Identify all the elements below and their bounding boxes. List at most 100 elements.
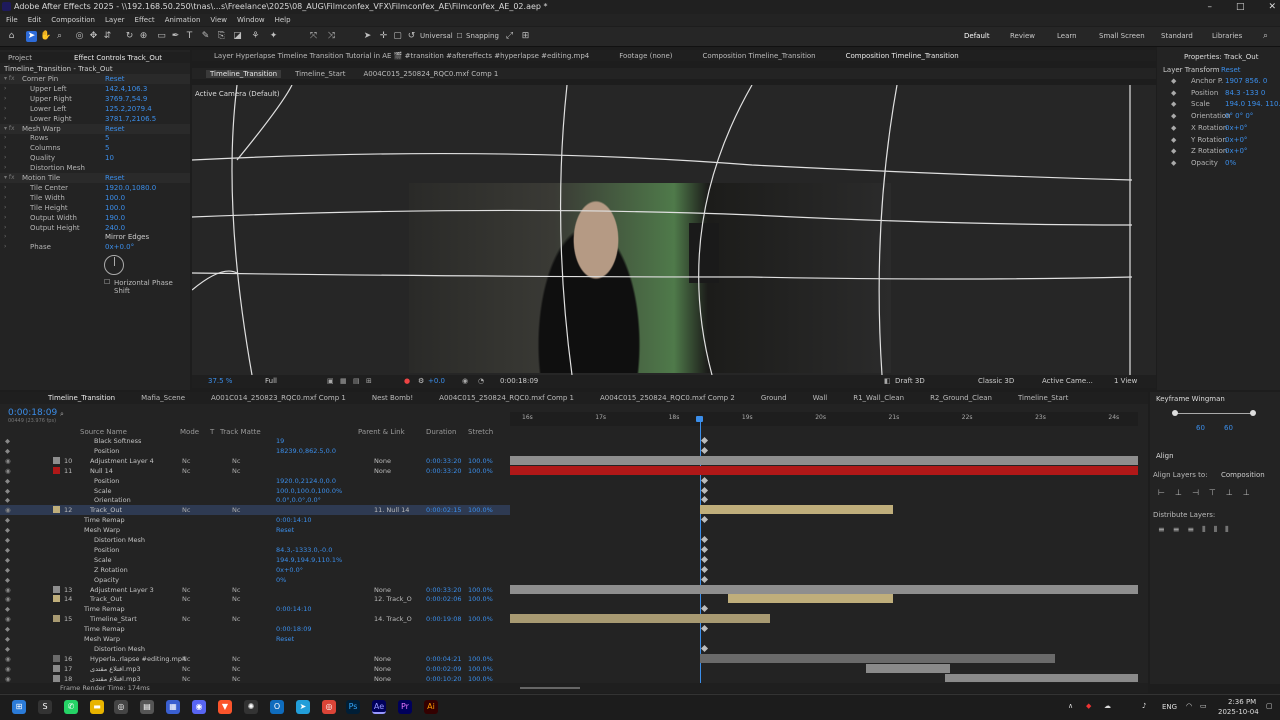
playhead-handle[interactable]	[696, 416, 703, 422]
battery-icon[interactable]: ▭	[1200, 702, 1207, 710]
mode-select[interactable]: Nc	[182, 674, 190, 682]
viewer-tab[interactable]: Footage (none)	[615, 52, 676, 60]
wingman-slider[interactable]	[1174, 413, 1254, 414]
keyframe-nav-icon[interactable]: ◆	[1171, 135, 1176, 145]
visibility-icon[interactable]: ◉	[5, 456, 11, 466]
property-row[interactable]: ◆ Scale 194.9,194.9,110.1%	[0, 555, 510, 565]
visibility-icon[interactable]: ◆	[5, 634, 10, 644]
keyframe-nav-icon[interactable]: ◆	[1171, 111, 1176, 121]
effect-row-value[interactable]: 125.2,2079.4	[105, 104, 152, 114]
premiere-icon[interactable]: Pr	[398, 700, 412, 714]
label-color-swatch[interactable]	[53, 674, 60, 682]
eraser-tool-icon[interactable]: ◪	[232, 31, 243, 42]
effect-row[interactable]: › Tile Width 100.0	[0, 193, 190, 203]
brave-icon[interactable]: ▼	[218, 700, 232, 714]
effect-row[interactable]: › Upper Right 3769.7,54.9	[0, 94, 190, 104]
mode-select[interactable]: Nc	[182, 594, 190, 604]
discord-icon[interactable]: ◉	[192, 700, 206, 714]
effect-row[interactable]: › Lower Right 3781.7,2106.5	[0, 114, 190, 124]
property-row[interactable]: ◆ Position 18239.0,862.5,0.0	[0, 446, 510, 456]
layer-name[interactable]: Black Softness	[94, 436, 141, 446]
effect-row-value[interactable]: 3769.7,54.9	[105, 94, 147, 104]
visibility-icon[interactable]: ◆	[5, 555, 10, 565]
layer-name[interactable]: Orientation	[94, 495, 131, 505]
chatgpt-icon[interactable]: ✺	[244, 700, 258, 714]
twirl-icon[interactable]: ›	[4, 193, 6, 203]
timeline-tab[interactable]: A004C015_250824_RQC0.mxf Comp 2	[596, 394, 739, 402]
keyframe[interactable]	[700, 575, 709, 583]
duration-value[interactable]: 0:00:33:20	[426, 456, 462, 466]
layer-name[interactable]: Z Rotation	[94, 565, 128, 575]
property-row[interactable]: ◆ Scale 100.0,100.0,100.0%	[0, 486, 510, 496]
mask-icon[interactable]: ▤	[353, 375, 360, 388]
track-matte-select[interactable]: Nc	[232, 614, 240, 624]
layer-bar[interactable]	[728, 594, 893, 604]
parent-select[interactable]: None	[374, 585, 391, 595]
property-row[interactable]: ◆ Time Remap 0:00:14:10	[0, 604, 510, 614]
transparency-grid-icon[interactable]: ▦	[340, 375, 347, 388]
orbit-tool-icon[interactable]: ◎	[74, 31, 85, 42]
comp-navigator-item[interactable]: Timeline_Transition	[206, 69, 282, 78]
keyframe-nav-icon[interactable]: ◆	[1171, 99, 1176, 109]
property-value[interactable]: 0%	[1225, 158, 1236, 168]
duration-value[interactable]: 0:00:02:15	[426, 505, 462, 515]
3d-scale-icon[interactable]: ▢	[392, 31, 403, 42]
zoom-tool-icon[interactable]: ⌕	[54, 31, 65, 42]
snap-grid-icon[interactable]: ⊞	[520, 31, 531, 42]
layer-name[interactable]: Mesh Warp	[84, 634, 120, 644]
visibility-icon[interactable]: ◆	[5, 624, 10, 634]
property-value[interactable]: 1907 856. 0	[1225, 76, 1267, 86]
timeline-tab[interactable]: Nest Bomb!	[368, 394, 417, 402]
property-row[interactable]: ◆ Position 1920.0,2124.0,0.0	[0, 476, 510, 486]
visibility-icon[interactable]: ◆	[5, 644, 10, 654]
language-indicator[interactable]: ENG	[1162, 703, 1177, 711]
effect-row[interactable]: › Tile Height 100.0	[0, 203, 190, 213]
camera-select[interactable]: Active Came...	[1042, 375, 1093, 388]
property-row[interactable]: ◆ Time Remap 0:00:14:10	[0, 515, 510, 525]
layer-name[interactable]: Null 14	[90, 466, 113, 476]
property-value[interactable]: 0x+0°	[1225, 135, 1247, 145]
workspace-default[interactable]: Default	[964, 32, 990, 40]
effect-row-value[interactable]: 10	[105, 153, 114, 163]
parent-select[interactable]: None	[374, 466, 391, 476]
layer-row[interactable]: ◉ 16 Hyperla..rlapse #editing.mp4 Nc Nc None 0…	[0, 654, 510, 664]
layer-name[interactable]: اقتلاع مقتدى.mp3	[90, 664, 141, 674]
mode-select[interactable]: Nc	[182, 456, 190, 466]
workspace-small-screen[interactable]: Small Screen	[1099, 32, 1145, 40]
effect-row-value[interactable]: 190.0	[105, 213, 125, 223]
parent-select[interactable]: 14. Track_O	[374, 614, 412, 624]
visibility-icon[interactable]: ◆	[5, 535, 10, 545]
time-ruler[interactable]: 16s 17s 18s 19s 20s 21s 22s 23s 24s	[510, 412, 1138, 426]
label-color-swatch[interactable]	[53, 664, 60, 672]
effect-row-value[interactable]: 142.4,106.3	[105, 84, 147, 94]
layer-row[interactable]: ◉ 11 Null 14 Nc Nc None 0:00:33:20 100.0%	[0, 466, 510, 476]
layer-bar[interactable]	[510, 584, 1138, 594]
layer-bar[interactable]	[700, 505, 893, 515]
comp-navigator-item[interactable]: A004C015_250824_RQC0.mxf Comp 1	[360, 70, 503, 78]
color-picker-icon[interactable]: ●	[404, 375, 410, 388]
layer-name[interactable]: Hyperla..rlapse #editing.mp4	[90, 654, 186, 664]
track-matte-select[interactable]: Nc	[232, 594, 240, 604]
store-icon[interactable]: ▦	[166, 700, 180, 714]
property-value[interactable]: 1920.0,2124.0,0.0	[276, 476, 336, 486]
property-row[interactable]: ◆ Black Softness 19	[0, 436, 510, 446]
selection-tool-icon[interactable]: ➤	[26, 31, 37, 42]
keyframe[interactable]	[700, 516, 709, 524]
duration-value[interactable]: 0:00:10:20	[426, 674, 462, 682]
effect-row-value[interactable]: Mirror Edges	[105, 232, 149, 242]
visibility-icon[interactable]: ◆	[5, 515, 10, 525]
effect-row-value[interactable]: 0x+0.0°	[105, 242, 134, 252]
start-icon[interactable]: ⊞	[12, 700, 26, 714]
workspace-review[interactable]: Review	[1010, 32, 1035, 40]
stretch-value[interactable]: 100.0%	[468, 456, 493, 466]
duration-value[interactable]: 0:00:04:21	[426, 654, 462, 664]
layer-name[interactable]: Time Remap	[84, 624, 125, 634]
axis-world-icon[interactable]: ⤨	[326, 31, 337, 42]
timeline-tab[interactable]: Mafia_Scene	[137, 394, 189, 402]
after-effects-icon[interactable]: Ae	[372, 700, 386, 714]
illustrator-icon[interactable]: Ai	[424, 700, 438, 714]
label-color-swatch[interactable]	[53, 585, 60, 593]
property-row[interactable]: ◆ Scale 194.0 194. 110.	[1157, 99, 1280, 110]
label-color-swatch[interactable]	[53, 595, 60, 603]
twirl-icon[interactable]: ›	[4, 114, 6, 124]
